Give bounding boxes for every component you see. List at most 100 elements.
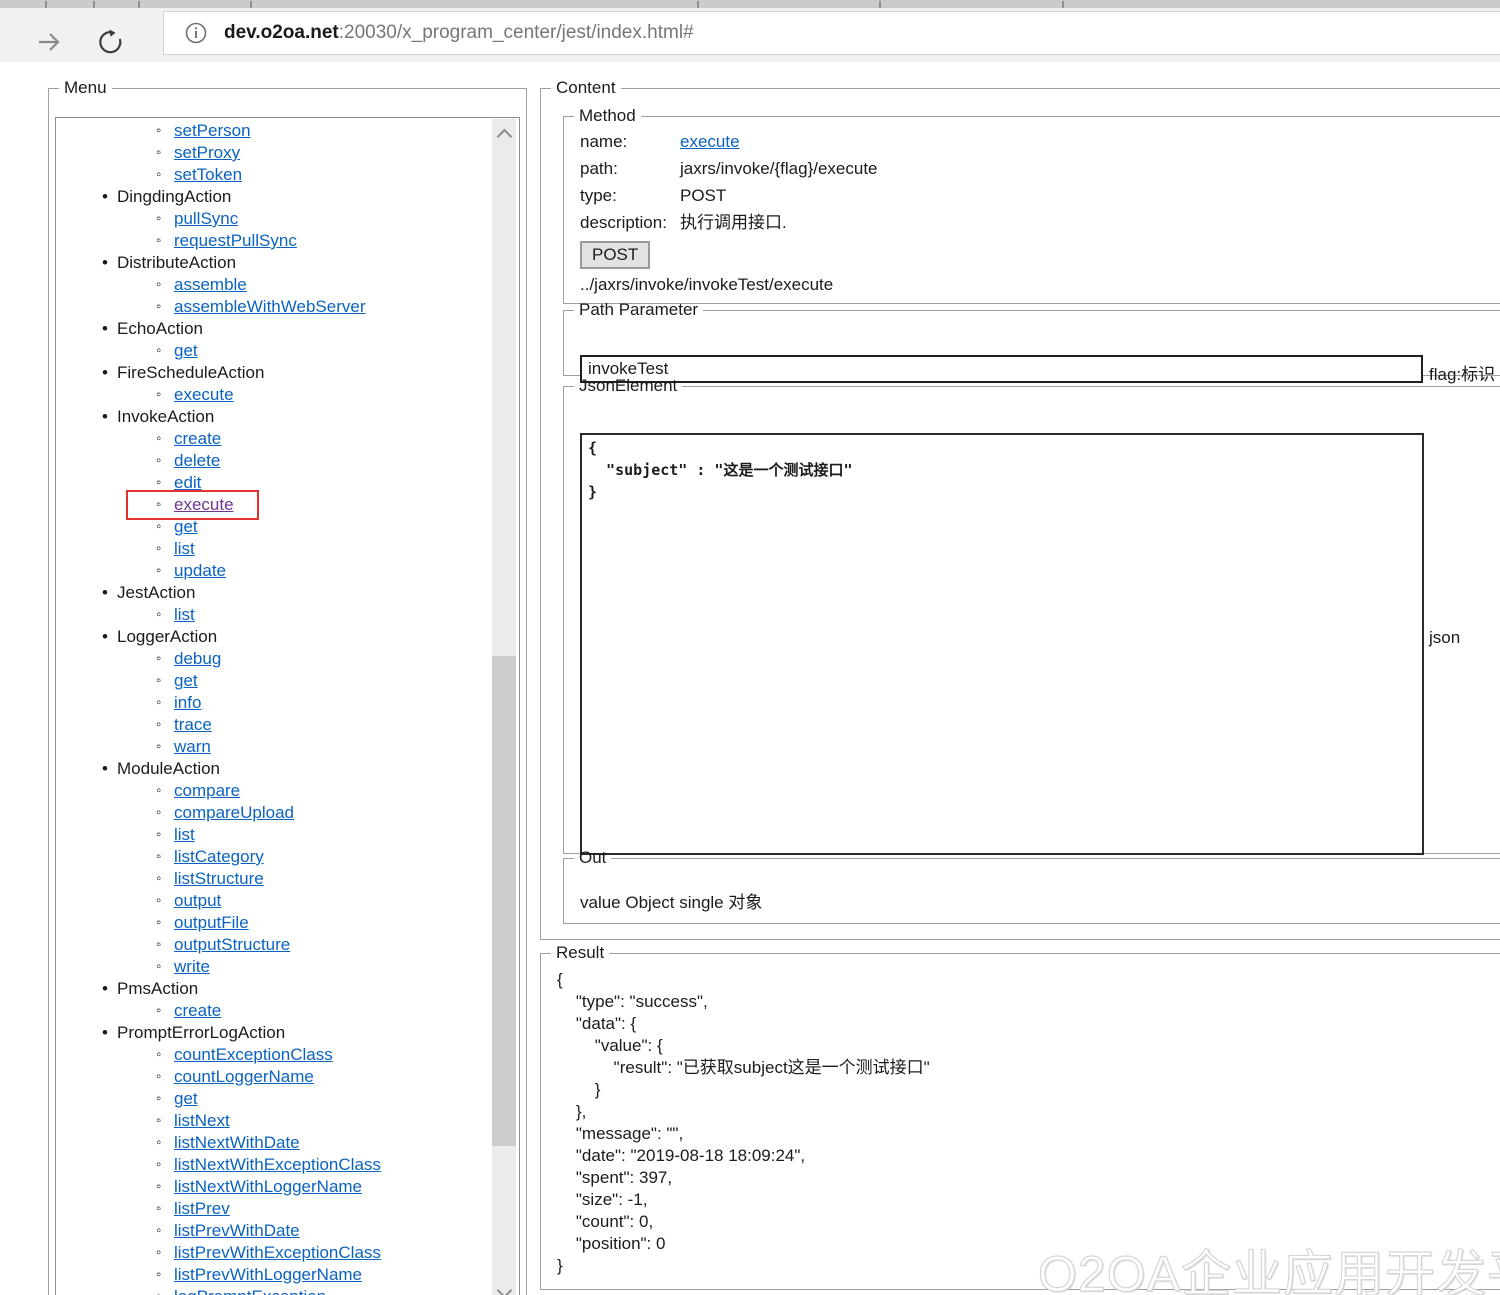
menu-link[interactable]: countExceptionClass (174, 1045, 333, 1064)
menu-group: InvokeAction (56, 406, 519, 428)
menu-link[interactable]: output (174, 891, 221, 910)
menu-group: JestAction (56, 582, 519, 604)
menu-link-item: create (56, 1000, 519, 1022)
tab-separator (93, 1, 95, 8)
tab-separator (697, 1, 699, 8)
menu-link-item: outputFile (56, 912, 519, 934)
menu-link[interactable]: countLoggerName (174, 1067, 314, 1086)
menu-link[interactable]: setPerson (174, 121, 251, 140)
menu-link[interactable]: listCategory (174, 847, 264, 866)
menu-link-item: listCategory (56, 846, 519, 868)
menu-link[interactable]: compareUpload (174, 803, 294, 822)
menu-link[interactable]: outputFile (174, 913, 249, 932)
menu-link-item: listPrevWithExceptionClass (56, 1242, 519, 1264)
menu-link[interactable]: warn (174, 737, 211, 756)
method-type-value: POST (680, 186, 726, 205)
scroll-down-button[interactable] (497, 1283, 513, 1295)
menu-link[interactable]: get (174, 1089, 198, 1108)
url-text[interactable]: dev.o2oa.net:20030/x_program_center/jest… (224, 22, 694, 44)
menu-link-item: compare (56, 780, 519, 802)
menu-link-item: outputStructure (56, 934, 519, 956)
menu-link[interactable]: outputStructure (174, 935, 290, 954)
menu-link-item: setProxy (56, 142, 519, 164)
menu-link[interactable]: listPrev (174, 1199, 230, 1218)
menu-link[interactable]: setToken (174, 165, 242, 184)
menu-link[interactable]: list (174, 825, 195, 844)
method-name-link[interactable]: execute (680, 132, 740, 151)
menu-link[interactable]: logPromptException (174, 1287, 326, 1295)
menu-link[interactable]: delete (174, 451, 220, 470)
path-parameter-section: Path Parameter flag:标识 (563, 300, 1500, 376)
browser-tab-strip[interactable] (0, 0, 1500, 8)
menu-link-item: listNextWithDate (56, 1132, 519, 1154)
scrollbar-thumb[interactable] (492, 656, 516, 1146)
menu-link[interactable]: update (174, 561, 226, 580)
menu-link[interactable]: debug (174, 649, 221, 668)
menu-link-item: requestPullSync (56, 230, 519, 252)
menu-link[interactable]: requestPullSync (174, 231, 297, 250)
menu-link[interactable]: compare (174, 781, 240, 800)
menu-link-item: countLoggerName (56, 1066, 519, 1088)
info-icon[interactable] (184, 21, 208, 45)
menu-link-item: compareUpload (56, 802, 519, 824)
method-type-label: type: (580, 182, 680, 209)
menu-link[interactable]: create (174, 429, 221, 448)
menu-link-item: get (56, 516, 519, 538)
menu-link-item: listNextWithExceptionClass (56, 1154, 519, 1176)
menu-group: EchoAction (56, 318, 519, 340)
address-bar[interactable]: dev.o2oa.net:20030/x_program_center/jest… (163, 11, 1500, 55)
menu-link[interactable]: listPrevWithExceptionClass (174, 1243, 381, 1262)
content-legend: Content (551, 78, 621, 98)
menu-link[interactable]: listPrevWithDate (174, 1221, 300, 1240)
menu-link-item: assemble (56, 274, 519, 296)
forward-icon[interactable] (35, 28, 63, 56)
menu-link[interactable]: pullSync (174, 209, 238, 228)
menu-link[interactable]: listNextWithExceptionClass (174, 1155, 381, 1174)
menu-link[interactable]: info (174, 693, 201, 712)
post-button[interactable]: POST (580, 241, 650, 269)
menu-link-item: logPromptException (56, 1286, 519, 1295)
menu-link[interactable]: trace (174, 715, 212, 734)
method-section: Method name:execute path:jaxrs/invoke/{f… (563, 106, 1500, 304)
menu-link[interactable]: execute (174, 385, 234, 404)
menu-link[interactable]: listPrevWithLoggerName (174, 1265, 362, 1284)
result-json: { "type": "success", "data": { "value": … (541, 963, 1500, 1277)
menu-link-item: list (56, 604, 519, 626)
menu-link[interactable]: get (174, 341, 198, 360)
tab-separator (879, 1, 881, 8)
menu-link-item: execute (56, 384, 519, 406)
menu-link[interactable]: list (174, 605, 195, 624)
refresh-icon[interactable] (96, 28, 124, 56)
menu-link[interactable]: listNext (174, 1111, 230, 1130)
menu-link[interactable]: get (174, 671, 198, 690)
menu-link[interactable]: listNextWithDate (174, 1133, 300, 1152)
out-legend: Out (574, 848, 611, 868)
menu-link[interactable]: create (174, 1001, 221, 1020)
menu-link[interactable]: edit (174, 473, 201, 492)
menu-link-item: delete (56, 450, 519, 472)
menu-link-item: listPrevWithDate (56, 1220, 519, 1242)
menu-scrollbar[interactable] (492, 119, 516, 1295)
menu-link[interactable]: assembleWithWebServer (174, 297, 365, 316)
out-value-text: value Object single 对象 (564, 868, 1500, 913)
menu-link[interactable]: list (174, 539, 195, 558)
json-body-textarea[interactable]: { "subject" : "这是一个测试接口" } (580, 433, 1424, 855)
tab-separator (138, 1, 140, 8)
scroll-up-button[interactable] (497, 129, 513, 145)
method-description-value: 执行调用接口. (680, 213, 787, 232)
method-row-description: description:执行调用接口. (580, 209, 1500, 236)
menu-list: setPersonsetProxysetTokenDingdingActionp… (56, 118, 519, 1295)
menu-link[interactable]: listNextWithLoggerName (174, 1177, 362, 1196)
menu-link[interactable]: setProxy (174, 143, 240, 162)
menu-link-item: edit (56, 472, 519, 494)
menu-link[interactable]: assemble (174, 275, 247, 294)
menu-link[interactable]: listStructure (174, 869, 264, 888)
menu-scroll-area: setPersonsetProxysetTokenDingdingActionp… (55, 117, 520, 1295)
menu-link[interactable]: write (174, 957, 210, 976)
menu-link-item: update (56, 560, 519, 582)
menu-link-item: execute (56, 494, 519, 516)
json-element-legend: JsonElement (574, 376, 682, 396)
menu-link[interactable]: execute (174, 495, 234, 514)
menu-link[interactable]: get (174, 517, 198, 536)
method-row-path: path:jaxrs/invoke/{flag}/execute (580, 155, 1500, 182)
